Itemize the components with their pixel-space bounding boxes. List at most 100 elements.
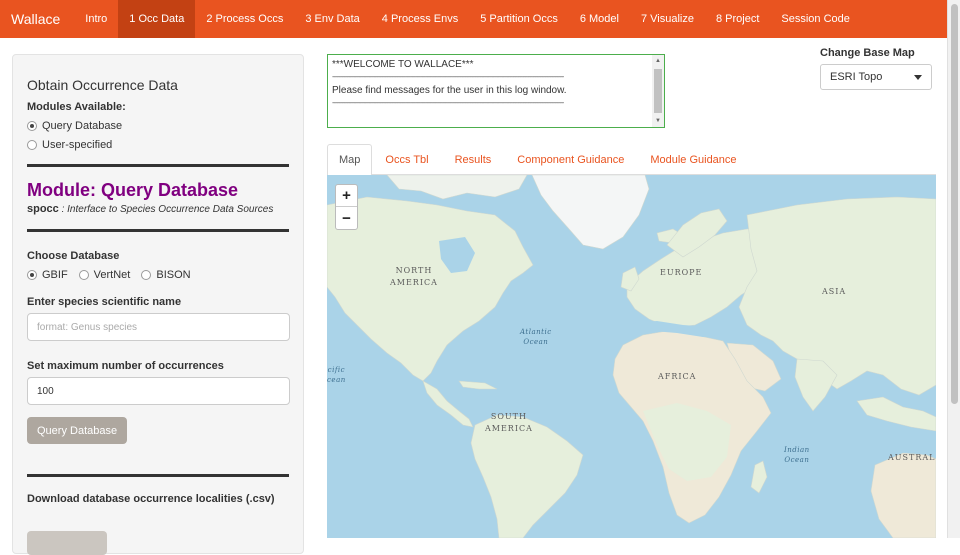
module-title: Module: Query Database <box>27 180 239 200</box>
radio-selected-icon[interactable] <box>27 120 37 131</box>
top-navbar: Wallace Intro 1 Occ Data 2 Process Occs … <box>0 0 947 38</box>
nav-tab-process-occs[interactable]: 2 Process Occs <box>195 0 294 38</box>
map-basemap-svg <box>327 175 936 538</box>
module-option-user-specified[interactable]: User-specified <box>27 138 289 151</box>
module-option-label: Query Database <box>42 119 123 132</box>
tab-results[interactable]: Results <box>442 144 505 175</box>
landmass-greenland <box>531 175 650 250</box>
map-label-atlantic-ocean: Atlantic Ocean <box>520 327 552 347</box>
zoom-out-button[interactable]: − <box>336 207 357 229</box>
nav-tab-model[interactable]: 6 Model <box>569 0 630 38</box>
map-label-text: cean <box>327 376 346 384</box>
map-label-text: AMERICA <box>485 424 533 433</box>
map-label-europe: EUROPE <box>660 268 703 277</box>
log-message-line: Please find messages for the user in thi… <box>332 85 567 96</box>
download-button[interactable] <box>27 531 107 555</box>
species-name-input[interactable]: format: Genus species <box>27 313 290 341</box>
log-separator: ----------------------------------------… <box>332 98 564 107</box>
nav-tab-project[interactable]: 8 Project <box>705 0 770 38</box>
database-option-gbif[interactable]: GBIF <box>27 268 68 281</box>
tab-map[interactable]: Map <box>327 144 373 176</box>
nav-tab-intro[interactable]: Intro <box>74 0 118 38</box>
results-tabs: Map Occs Tbl Results Component Guidance … <box>327 144 936 176</box>
max-occurrences-label: Set maximum number of occurrences <box>27 360 224 372</box>
map-label-text: AMERICA <box>390 278 438 287</box>
divider <box>27 164 289 167</box>
log-content: ***WELCOME TO WALLACE*** ---------------… <box>328 55 652 127</box>
modules-label: Modules Available: <box>27 101 126 113</box>
map-label-text: Indian <box>784 446 810 454</box>
package-name: spocc <box>27 203 59 215</box>
nav-tab-visualize[interactable]: 7 Visualize <box>630 0 705 38</box>
zoom-in-button[interactable]: + <box>336 185 357 207</box>
divider <box>27 474 289 477</box>
nav-tab-partition-occs[interactable]: 5 Partition Occs <box>469 0 569 38</box>
radio-unselected-icon[interactable] <box>141 269 152 280</box>
species-name-label: Enter species scientific name <box>27 296 182 308</box>
tab-occs-tbl[interactable]: Occs Tbl <box>372 144 441 175</box>
landmass-australia <box>870 452 936 538</box>
query-database-button[interactable]: Query Database <box>27 417 128 444</box>
nav-tab-occ-data[interactable]: 1 Occ Data <box>118 0 196 38</box>
log-scrollbar-thumb[interactable] <box>654 69 662 113</box>
landmass-arctic-islands <box>386 175 528 200</box>
landmass-central-america <box>422 380 474 428</box>
nav-tab-session-code[interactable]: Session Code <box>770 0 861 38</box>
map-label-text: Ocean <box>523 338 549 346</box>
landmass-cuba <box>458 380 498 390</box>
page-scrollbar[interactable] <box>947 0 960 538</box>
database-option-label: VertNet <box>93 268 131 281</box>
log-separator: ----------------------------------------… <box>332 72 564 81</box>
map-label-text: Atlantic <box>520 328 552 336</box>
download-label: Download database occurrence localities … <box>27 493 275 505</box>
radio-selected-icon[interactable] <box>27 269 37 280</box>
module-option-query-database[interactable]: Query Database <box>27 119 289 132</box>
map-label-africa: AFRICA <box>658 372 697 381</box>
sidebar-title: Obtain Occurrence Data <box>27 77 178 93</box>
max-occurrences-input[interactable]: 100 <box>27 377 290 405</box>
divider <box>27 229 289 232</box>
map-label-asia: ASIA <box>822 287 847 296</box>
package-line: spocc : Interface to Species Occurrence … <box>27 203 289 215</box>
map-label-north-america: NORTH AMERICA <box>390 265 438 289</box>
database-option-label: BISON <box>156 268 191 281</box>
page-scrollbar-thumb[interactable] <box>951 4 958 404</box>
map-label-text: cific <box>327 366 346 374</box>
database-option-label: GBIF <box>42 268 68 281</box>
change-base-map-label: Change Base Map <box>820 47 915 59</box>
module-option-label: User-specified <box>42 138 113 151</box>
map-label-pacific-ocean: cific cean <box>327 365 346 385</box>
map-label-text: NORTH <box>395 266 433 275</box>
map-label-australia: AUSTRAL <box>888 453 936 462</box>
map-label-indian-ocean: Indian Ocean <box>784 445 810 465</box>
scroll-down-arrow-icon[interactable]: ▼ <box>655 118 661 124</box>
scroll-up-arrow-icon[interactable]: ▲ <box>655 58 661 64</box>
tab-component-guidance[interactable]: Component Guidance <box>504 144 637 175</box>
map-zoom-control: + − <box>335 184 358 230</box>
caret-down-icon <box>914 74 922 80</box>
landmass-madagascar <box>750 460 768 494</box>
choose-database-label: Choose Database <box>27 250 120 262</box>
radio-unselected-icon[interactable] <box>27 139 37 150</box>
map-label-text: Ocean <box>784 456 810 464</box>
base-map-select[interactable]: ESRI Topo <box>820 64 932 90</box>
nav-tab-env-data[interactable]: 3 Env Data <box>294 0 370 38</box>
database-radio-group: GBIF VertNet BISON <box>27 268 289 281</box>
map-label-south-america: SOUTH AMERICA <box>485 411 533 435</box>
landmass-southeast-asia-islands <box>856 396 936 432</box>
nav-tab-process-envs[interactable]: 4 Process Envs <box>371 0 469 38</box>
query-button-wrap: Query Database <box>27 417 289 444</box>
map-label-text: SOUTH <box>490 412 527 421</box>
log-scrollbar[interactable]: ▲ ▼ <box>652 55 664 127</box>
base-map-selected-value: ESRI Topo <box>830 71 883 83</box>
log-window[interactable]: ***WELCOME TO WALLACE*** ---------------… <box>327 54 665 128</box>
app-brand[interactable]: Wallace <box>0 0 74 38</box>
log-welcome-line: ***WELCOME TO WALLACE*** <box>332 59 474 70</box>
package-description: : Interface to Species Occurrence Data S… <box>61 204 274 215</box>
sidebar-panel: Obtain Occurrence Data Modules Available… <box>12 54 304 555</box>
tab-module-guidance[interactable]: Module Guidance <box>637 144 749 175</box>
database-option-bison[interactable]: BISON <box>141 268 191 281</box>
world-map[interactable]: + − NORTH AMERICA EUROPE ASIA AFRICA SOU… <box>327 175 936 538</box>
database-option-vertnet[interactable]: VertNet <box>78 268 131 281</box>
radio-unselected-icon[interactable] <box>78 269 89 280</box>
